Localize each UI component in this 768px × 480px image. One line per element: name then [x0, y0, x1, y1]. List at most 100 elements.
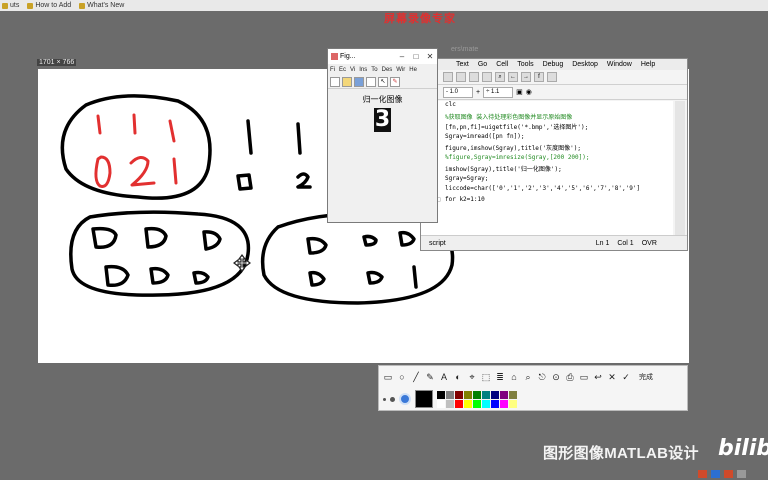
color-swatch[interactable] [446, 390, 454, 399]
function-icon[interactable]: f [534, 72, 544, 82]
color-swatch[interactable] [491, 399, 499, 408]
color-swatch[interactable] [455, 390, 463, 399]
menu-item[interactable]: To [371, 67, 377, 73]
fold-marker[interactable] [437, 112, 445, 123]
delete-icon[interactable] [443, 72, 453, 82]
figure-window[interactable]: Fig... – □ ✕ Fi Ec Vi Ins To Des Wir He … [327, 48, 438, 223]
help-icon[interactable]: ◉ [526, 88, 532, 96]
plus-icon[interactable]: + [476, 89, 480, 96]
back-icon[interactable]: ← [508, 72, 518, 82]
bookmark-item[interactable]: How to Add [27, 2, 71, 9]
save-icon[interactable] [354, 76, 364, 87]
figure-titlebar[interactable]: Fig... – □ ✕ [328, 49, 437, 64]
menu-item[interactable]: Wir [396, 67, 405, 73]
color-swatch[interactable] [464, 399, 472, 408]
matlab-editor-window[interactable]: ers\mate Text Go Cell Tools Debug Deskto… [420, 46, 688, 251]
code-line[interactable]: 7imshow(Sgray),title('归一化图像'); [421, 164, 673, 175]
color-swatch[interactable] [473, 399, 481, 408]
menu-item[interactable]: Help [641, 61, 655, 68]
minimize-button[interactable]: – [395, 52, 409, 61]
menu-item[interactable]: Fi [330, 67, 335, 73]
menu-item[interactable]: Debug [543, 61, 564, 68]
highlighter-tool-icon[interactable]: ◐ [453, 372, 463, 382]
vertical-scrollbar[interactable] [675, 101, 685, 235]
color-swatch[interactable] [509, 390, 517, 399]
color-swatch[interactable] [482, 390, 490, 399]
color-swatch[interactable] [473, 390, 481, 399]
menu-item[interactable]: Ec [339, 67, 346, 73]
code-line[interactable]: 11 [421, 206, 673, 217]
new-figure-icon[interactable] [330, 76, 340, 87]
menu-item[interactable]: He [409, 67, 417, 73]
text-tool-icon[interactable]: A [439, 372, 449, 382]
tray-icon[interactable] [724, 470, 733, 478]
menu-item[interactable]: Text [456, 61, 469, 68]
code-area[interactable]: 1clc2%获取图像 装入待处理彩色图像并显示原始图像3[fn,pn,fi]=u… [421, 101, 673, 235]
menu-item[interactable]: Ins [359, 67, 367, 73]
color-swatch[interactable] [509, 399, 517, 408]
menu-item[interactable]: Tools [517, 61, 533, 68]
color-swatch[interactable] [437, 390, 445, 399]
forward-icon[interactable]: → [521, 72, 531, 82]
menu-item[interactable]: Desktop [572, 61, 598, 68]
done-button[interactable]: 完成 [639, 372, 653, 382]
cancel-icon[interactable]: ✕ [607, 372, 617, 382]
code-line[interactable]: 1clc [421, 101, 673, 112]
menu-item[interactable]: Go [478, 61, 487, 68]
fold-marker[interactable] [437, 206, 445, 217]
menu-item[interactable]: Des [382, 67, 393, 73]
current-color-swatch[interactable] [415, 390, 433, 408]
brush-icon[interactable]: ✎ [390, 76, 400, 87]
code-line[interactable]: 3[fn,pn,fi]=uigetfile('*.bmp','选择图片'); [421, 122, 673, 133]
fold-marker[interactable] [437, 185, 445, 196]
large-pen-size[interactable] [399, 393, 411, 405]
code-line[interactable]: 6%figure,Sgray=imresize(Sgray,[200 200])… [421, 154, 673, 165]
sequence-tool-icon[interactable]: ≣ [495, 372, 505, 382]
undo-icon[interactable] [456, 72, 466, 82]
marker-tool-icon[interactable]: ⌖ [467, 372, 477, 382]
pointer-icon[interactable]: ↖ [378, 76, 388, 87]
redo-icon[interactable] [469, 72, 479, 82]
code-line[interactable]: 10□for k2=1:10 [421, 196, 673, 207]
copy-tool-icon[interactable]: ▭ [579, 372, 589, 382]
fold-marker[interactable] [437, 133, 445, 144]
tray-icon[interactable] [698, 470, 707, 478]
cell-value-field[interactable]: ÷ 1.1 [483, 86, 514, 98]
color-swatch[interactable] [500, 399, 508, 408]
zoom-tool-icon[interactable]: ⌕ [523, 372, 533, 382]
code-line[interactable]: 9liccode=char(['0','1','2','3','4','5','… [421, 185, 673, 196]
color-swatch[interactable] [500, 390, 508, 399]
print-icon[interactable] [366, 76, 376, 87]
tray-icon[interactable] [737, 470, 746, 478]
color-swatch[interactable] [455, 399, 463, 408]
fold-marker[interactable] [437, 143, 445, 154]
pin-tool-icon[interactable]: ⌂ [509, 372, 519, 382]
open-icon[interactable] [342, 76, 352, 87]
line-tool-icon[interactable]: ╱ [411, 372, 421, 382]
menu-item[interactable]: Vi [350, 67, 355, 73]
cell-icon[interactable]: ▣ [516, 88, 523, 96]
cell-step-field[interactable]: - 1.0 [443, 86, 473, 98]
exit-tool-icon[interactable]: ⎋ [537, 372, 547, 382]
record-tool-icon[interactable]: ⊙ [551, 372, 561, 382]
rectangle-tool-icon[interactable]: ▭ [383, 372, 393, 382]
menu-item[interactable]: Window [607, 61, 632, 68]
undo-icon[interactable]: ↩ [593, 372, 603, 382]
code-line[interactable]: 2%获取图像 装入待处理彩色图像并显示原始图像 [421, 112, 673, 123]
fold-marker[interactable]: □ [437, 196, 445, 207]
color-swatch[interactable] [482, 399, 490, 408]
tray-icon[interactable] [711, 470, 720, 478]
mosaic-tool-icon[interactable]: ⬚ [481, 372, 491, 382]
fold-marker[interactable] [437, 164, 445, 175]
color-swatch[interactable] [464, 390, 472, 399]
find-icon[interactable]: ⌕ [495, 72, 505, 82]
color-swatch[interactable] [446, 399, 454, 408]
save-tool-icon[interactable]: ⎙ [565, 372, 575, 382]
print-icon[interactable] [482, 72, 492, 82]
code-line[interactable]: 5figure,imshow(Sgray),title('灰度图像'); [421, 143, 673, 154]
pen-tool-icon[interactable]: ✎ [425, 372, 435, 382]
code-line[interactable]: 4Sgray=imread([pn fn]); [421, 133, 673, 144]
confirm-icon[interactable]: ✓ [621, 372, 631, 382]
ellipse-tool-icon[interactable]: ○ [397, 372, 407, 382]
fold-marker[interactable] [437, 154, 445, 165]
